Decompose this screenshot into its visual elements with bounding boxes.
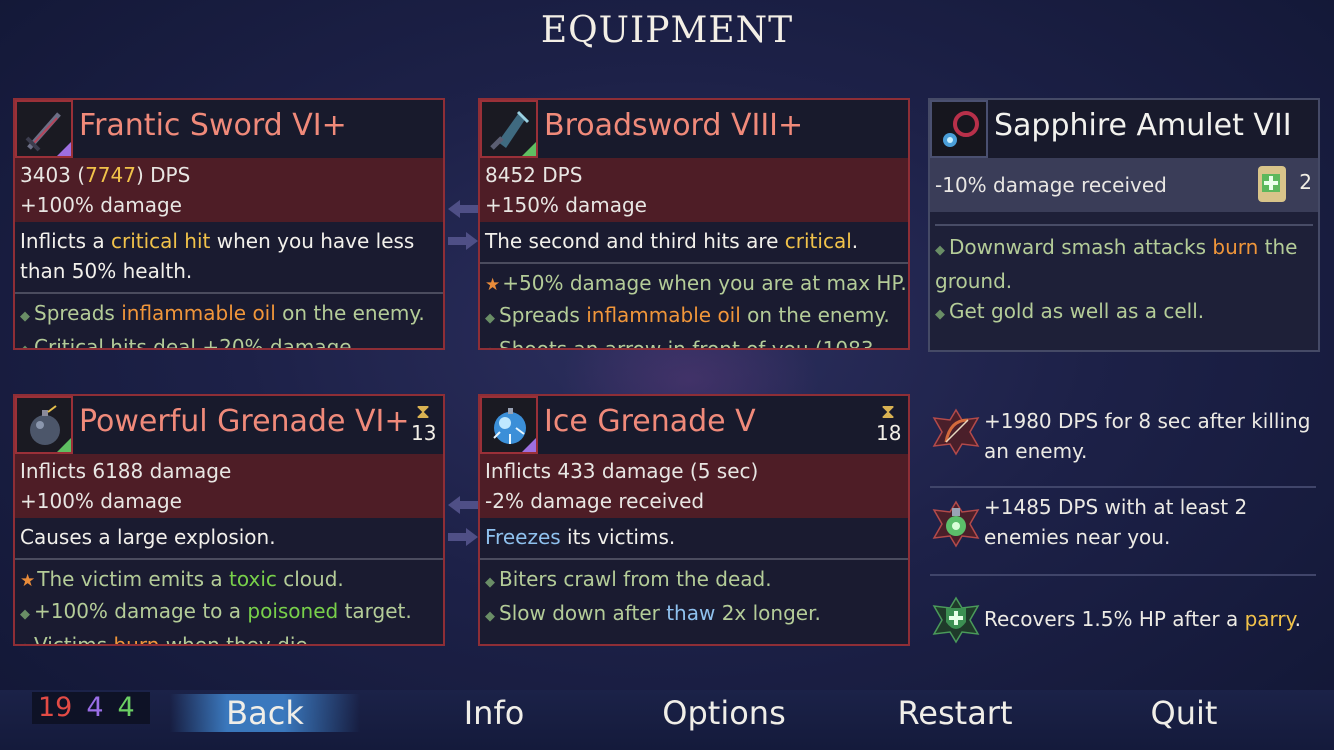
amulet-stats: -10% damage received 2 (930, 158, 1318, 212)
left-skill-card[interactable]: Powerful Grenade VI+ ⧗ 13 Inflicts 6188 … (13, 394, 445, 646)
star-icon: ★ (485, 275, 501, 295)
scroll-count: 2 (1299, 170, 1312, 194)
sword-icon (15, 100, 73, 158)
affix-item: ◆Shoots an arrow in front of you (1083 (485, 337, 874, 350)
affix-list: ◆Spreads inflammable oil on the enemy. ◆… (15, 298, 443, 350)
dps-line: 3403 (7747) DPS (20, 163, 191, 187)
weapon-name: Broadsword VIII+ (544, 108, 804, 143)
mutation-item[interactable]: +1980 DPS for 8 sec after killing an ene… (930, 400, 1316, 488)
screen-title: EQUIPMENT (540, 10, 794, 51)
cooldown: ⧗ 18 (876, 399, 902, 445)
cooldown-seconds: 18 (876, 421, 902, 445)
swap-left-arrow-icon[interactable] (448, 494, 478, 516)
damage-bonus: +100% damage (20, 193, 182, 217)
brutality-count: 19 (38, 692, 73, 723)
affix-item: ◆ Slow down after thaw 2x longer. (485, 601, 821, 625)
dps-line: 8452 DPS (485, 163, 583, 187)
divider (935, 212, 1313, 226)
mutation-list: +1980 DPS for 8 sec after killing an ene… (930, 400, 1316, 664)
grenade-icon (15, 396, 73, 454)
tactics-corner (522, 438, 536, 452)
damage-line: Inflicts 6188 damage (20, 459, 232, 483)
info-button[interactable]: Info (440, 694, 548, 732)
card-header: Ice Grenade V ⧗ 18 (480, 396, 908, 454)
restart-button[interactable]: Restart (884, 694, 1026, 732)
skill-name: Powerful Grenade VI+ (79, 404, 410, 439)
broadsword-icon (480, 100, 538, 158)
skill-description: Freezes its victims. (480, 518, 908, 560)
right-skill-card[interactable]: Ice Grenade V ⧗ 18 Inflicts 433 damage (… (478, 394, 910, 646)
amulet-icon (930, 100, 988, 158)
affix-item: ◆ Get gold as well as a cell. (935, 299, 1205, 323)
swap-right-arrow-icon[interactable] (448, 230, 478, 252)
weapon-description: The second and third hits are critical. (480, 222, 908, 264)
affix-list: ◆ Biters crawl from the dead. ◆ Slow down … (480, 564, 908, 632)
crit-dps: 7747 (85, 163, 136, 187)
swap-left-arrow-icon[interactable] (448, 198, 478, 220)
mutation-item[interactable]: Recovers 1.5% HP after a parry. (930, 576, 1316, 664)
affix-item: ◆ Spreads inflammable oil on the enemy. (485, 303, 890, 327)
quit-button[interactable]: Quit (1140, 694, 1228, 732)
survival-corner (522, 142, 536, 156)
affix-list: ★ The victim emits a toxic cloud. ◆ +100% … (15, 564, 443, 646)
mutation-item[interactable]: +1485 DPS with at least 2 enemies near y… (930, 488, 1316, 576)
scroll-icon (1252, 162, 1292, 206)
secondary-weapon-card[interactable]: Broadsword VIII+ 8452 DPS +150% damage T… (478, 98, 910, 350)
weapon-name: Frantic Sword VI+ (79, 108, 347, 143)
brutality-tactics-corner (57, 142, 71, 156)
shield-heal-icon (932, 596, 980, 644)
affix-list: ◆ Downward smash attacks burn the ground.… (930, 232, 1318, 330)
ice-grenade-icon (480, 396, 538, 454)
affix-item: ◆ Downward smash attacks burn the ground. (935, 235, 1298, 293)
survival-corner (57, 438, 71, 452)
mutation-text: Recovers 1.5% HP after a parry. (984, 607, 1301, 631)
skill-stats: Inflicts 433 damage (5 sec) -2% damage r… (480, 454, 908, 518)
affix-item: ★ The victim emits a toxic cloud. (20, 567, 344, 591)
tactics-count: 4 (86, 692, 104, 723)
weapon-stats: 8452 DPS +150% damage (480, 158, 908, 222)
card-header: Sapphire Amulet VII (930, 100, 1318, 158)
affix-item: ◆ Biters crawl from the dead. (485, 567, 772, 591)
swap-right-arrow-icon[interactable] (448, 526, 478, 548)
weapon-description: Inflicts a critical hit when you have le… (15, 222, 443, 294)
card-header: Frantic Sword VI+ (15, 100, 443, 158)
back-button[interactable]: Back (170, 694, 360, 732)
primary-weapon-card[interactable]: Frantic Sword VI+ 3403 (7747) DPS +100% … (13, 98, 445, 350)
cooldown: ⧗ 13 (411, 399, 437, 445)
card-header: Powerful Grenade VI+ ⧗ 13 (15, 396, 443, 454)
cooldown-seconds: 13 (411, 421, 437, 445)
skill-description: Causes a large explosion. (15, 518, 443, 560)
bow-kill-icon (932, 408, 980, 456)
mutation-text: +1980 DPS for 8 sec after killing an ene… (984, 409, 1311, 463)
damage-bonus: -2% damage received (485, 489, 705, 513)
skill-stats: Inflicts 6188 damage +100% damage (15, 454, 443, 518)
hourglass-icon: ⧗ (415, 399, 431, 423)
affix-item: ◆Victims burn when they die. (20, 633, 315, 646)
affix-item: ◆ +100% damage to a poisoned target. (20, 599, 412, 623)
options-button[interactable]: Options (650, 694, 798, 732)
skill-name: Ice Grenade V (544, 404, 756, 439)
weapon-stats: 3403 (7747) DPS +100% damage (15, 158, 443, 222)
damage-bonus: +100% damage (20, 489, 182, 513)
damage-line: Inflicts 433 damage (5 sec) (485, 459, 759, 483)
affix-item: ★ +50% damage when you are at max HP. (485, 271, 907, 295)
affix-item: ◆Critical hits deal +20% damage. (20, 335, 358, 350)
affix-list: ★ +50% damage when you are at max HP. ◆ Sp… (480, 268, 908, 350)
potion-crowd-icon (932, 500, 980, 548)
amulet-card[interactable]: Sapphire Amulet VII -10% damage received… (928, 98, 1320, 352)
survival-count: 4 (117, 692, 135, 723)
card-header: Broadsword VIII+ (480, 100, 908, 158)
damage-bonus: +150% damage (485, 193, 647, 217)
star-icon: ★ (20, 571, 36, 591)
scroll-stats: 19 4 4 (32, 692, 150, 724)
mutation-text: +1485 DPS with at least 2 enemies near y… (984, 495, 1248, 549)
hourglass-icon: ⧗ (880, 399, 896, 423)
amulet-name: Sapphire Amulet VII (994, 108, 1292, 143)
affix-item: ◆ Spreads inflammable oil on the enemy. (20, 301, 425, 325)
